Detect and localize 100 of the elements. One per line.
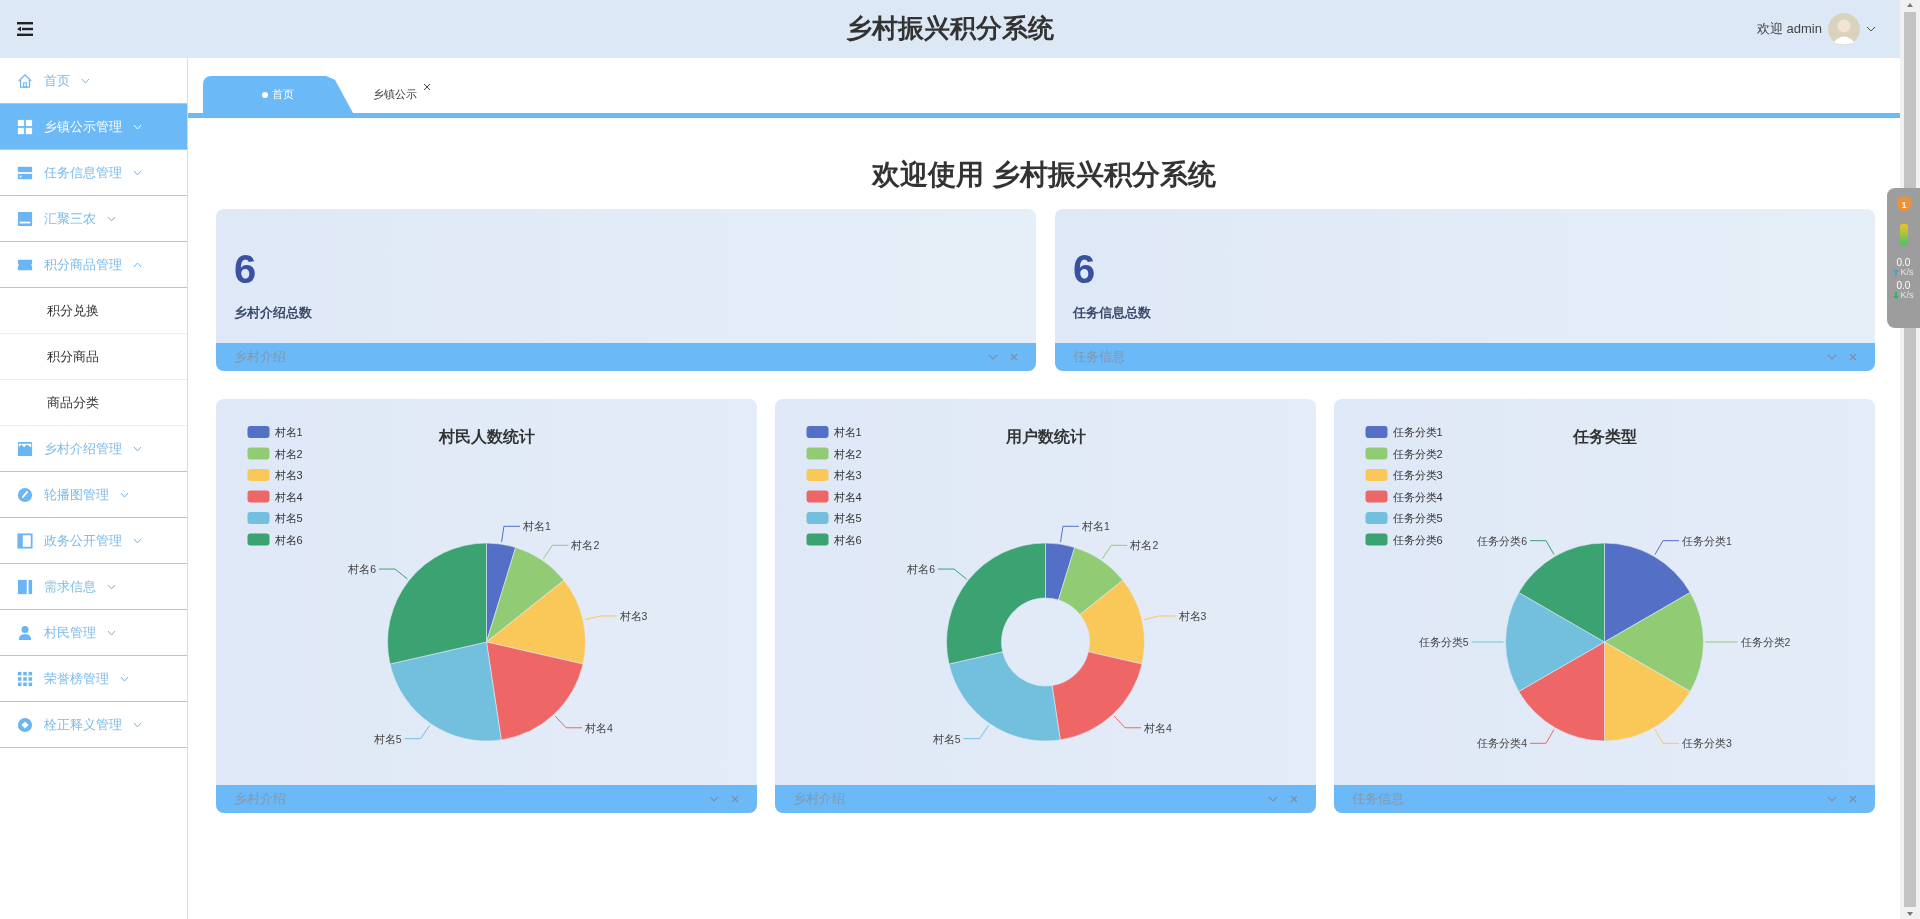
pie-slice[interactable] — [486, 546, 565, 643]
legend-label[interactable]: 村名4 — [833, 490, 862, 503]
leader-line — [1471, 641, 1504, 643]
slice-label: 任务分类6 — [1477, 534, 1527, 547]
leader-line — [1654, 539, 1680, 555]
meter-icon — [1899, 224, 1908, 246]
legend-label[interactable]: 村名5 — [833, 511, 862, 524]
chevron-down-icon — [107, 215, 116, 222]
legend-swatch[interactable] — [806, 447, 829, 460]
legend-label[interactable]: 村名3 — [833, 468, 862, 481]
slice-label: 任务分类1 — [1682, 534, 1732, 547]
legend-label[interactable]: 村名6 — [833, 533, 862, 546]
slice-label: 村名1 — [1081, 520, 1110, 533]
chevron-down-icon[interactable] — [1827, 795, 1837, 802]
legend-swatch[interactable] — [247, 468, 270, 481]
legend-label[interactable]: 村名6 — [274, 533, 303, 546]
legend-swatch[interactable] — [1365, 490, 1388, 503]
donut-segment[interactable] — [1058, 546, 1124, 615]
speed-unit: K/s — [1900, 268, 1914, 277]
legend-swatch[interactable] — [247, 447, 270, 460]
donut-segment[interactable] — [1079, 579, 1145, 665]
legend-swatch[interactable] — [247, 511, 270, 524]
legend-label[interactable]: 村名3 — [274, 468, 303, 481]
chart-title: 用户数统计 — [1005, 427, 1086, 445]
legend-swatch[interactable] — [247, 533, 270, 546]
legend-swatch[interactable] — [247, 490, 270, 503]
sidebar-subitem[interactable]: 商品分类 — [0, 380, 187, 426]
down-arrow-icon — [1893, 292, 1900, 299]
donut-segment[interactable] — [1045, 542, 1075, 601]
leader-line — [584, 615, 618, 620]
avatar[interactable] — [1828, 13, 1860, 45]
legend-label[interactable]: 任务分类4 — [1392, 490, 1443, 503]
pie-slice[interactable] — [1505, 592, 1605, 692]
legend-label[interactable]: 任务分类3 — [1392, 468, 1443, 481]
chevron-down-icon[interactable] — [1268, 795, 1278, 802]
slice-label: 村名2 — [571, 539, 600, 552]
legend-swatch[interactable] — [1365, 447, 1388, 460]
footer-label: 任务信息 — [1352, 790, 1404, 809]
legend-label[interactable]: 任务分类5 — [1392, 511, 1443, 524]
donut-segment[interactable] — [946, 542, 1046, 665]
legend-swatch[interactable] — [806, 533, 829, 546]
sidebar-subitem[interactable]: 积分商品 — [0, 334, 187, 380]
tab[interactable]: 乡镇公示 — [353, 76, 437, 113]
legend-label[interactable]: 任务分类6 — [1392, 533, 1443, 546]
gauge-icon — [17, 486, 33, 503]
pie-slice[interactable] — [387, 542, 487, 665]
legend-label[interactable]: 村名2 — [274, 447, 303, 460]
legend-label[interactable]: 村名1 — [833, 425, 862, 438]
chevron-down-icon — [133, 445, 142, 452]
legend-swatch[interactable] — [1365, 468, 1388, 481]
slice-label: 村名4 — [585, 721, 613, 734]
sidebar-subitem[interactable]: 积分兑换 — [0, 288, 187, 334]
legend-label[interactable]: 村名5 — [274, 511, 303, 524]
leader-line — [1529, 728, 1555, 744]
legend-label[interactable]: 村名2 — [833, 447, 862, 460]
chevron-down-icon — [120, 491, 129, 498]
legend-swatch[interactable] — [1365, 511, 1388, 524]
picture-icon — [17, 440, 33, 457]
leader-line — [404, 724, 431, 739]
legend-swatch[interactable] — [806, 490, 829, 503]
slice-label: 任务分类5 — [1418, 635, 1469, 648]
stat-value: 6 — [1073, 248, 1097, 289]
speed-value: 0.0 — [1896, 258, 1911, 268]
slice-label: 任务分类2 — [1740, 635, 1791, 648]
chevron-down-icon[interactable] — [1827, 353, 1837, 360]
leader-line — [554, 715, 583, 729]
legend-swatch[interactable] — [806, 468, 829, 481]
leader-line — [378, 568, 409, 580]
chevron-up-icon — [133, 261, 142, 268]
legend-swatch[interactable] — [806, 425, 829, 438]
chevron-down-icon[interactable] — [988, 353, 998, 360]
caret-icon[interactable] — [1866, 26, 1876, 32]
legend-swatch[interactable] — [806, 511, 829, 524]
chevron-down-icon — [120, 675, 129, 682]
legend-swatch[interactable] — [1365, 533, 1388, 546]
legend-label[interactable]: 村名4 — [274, 490, 303, 503]
chart-title: 村民人数统计 — [438, 427, 535, 445]
pie-slice[interactable] — [486, 641, 584, 740]
legend-label[interactable]: 村名1 — [274, 425, 303, 438]
footer-label: 乡村介绍 — [793, 790, 845, 809]
close-icon[interactable] — [423, 83, 431, 91]
leader-line — [1705, 641, 1738, 643]
panel-icon — [17, 532, 33, 549]
grid-icon — [17, 118, 33, 135]
pie-slice[interactable] — [486, 579, 586, 665]
donut-segment[interactable] — [1051, 651, 1143, 740]
leader-line — [1143, 615, 1177, 620]
legend-swatch[interactable] — [247, 425, 270, 438]
stat-label: 任务信息总数 — [1073, 303, 1152, 322]
pie-slice[interactable] — [1604, 592, 1704, 692]
legend-label[interactable]: 任务分类1 — [1392, 425, 1443, 438]
stat-label: 乡村介绍总数 — [234, 303, 313, 322]
footer-label: 乡村介绍 — [234, 348, 286, 367]
columns-icon — [17, 578, 33, 595]
menu-icon[interactable] — [17, 22, 33, 36]
chevron-down-icon — [133, 537, 142, 544]
legend-label[interactable]: 任务分类2 — [1392, 447, 1443, 460]
legend-swatch[interactable] — [1365, 425, 1388, 438]
chevron-down-icon[interactable] — [709, 795, 719, 802]
leader-line — [963, 724, 990, 739]
